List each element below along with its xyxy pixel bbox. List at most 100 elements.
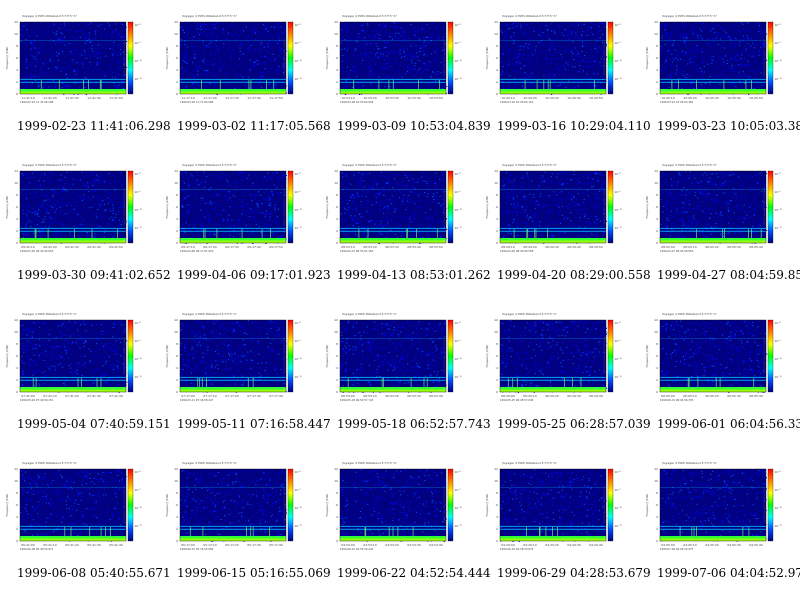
gallery-item[interactable]: Voyager 2 PWS Wideband 5:?????.?? 0 2 4 6 8 1…: [160, 447, 331, 596]
gallery-item[interactable]: Voyager 2 PWS Wideband 5:?????.?? 0 2 4 6 8 1…: [160, 149, 331, 298]
x-tick-label: 08:53:50: [429, 245, 443, 249]
x-tick-label: 06:53:00: [341, 394, 355, 398]
spectrogram-thumbnail[interactable]: Voyager 2 PWS Wideband 5:?????.?? 0 2 4 6 8 1…: [162, 459, 318, 566]
spectrogram-area: [340, 320, 446, 392]
spectrogram-thumbnail[interactable]: Voyager 2 PWS Wideband 5:?????.?? 0 2 4 6 8 1…: [322, 310, 478, 417]
noise-floor-core: [340, 389, 446, 392]
spectrogram-thumbnail[interactable]: Voyager 2 PWS Wideband 5:?????.?? 0 2 4 6 8 1…: [2, 161, 158, 268]
thumbnail-caption: 1999-05-11 07:16:58.447: [177, 417, 331, 431]
y-tick-label: 0: [336, 539, 338, 543]
spectral-band: [660, 528, 766, 530]
plot-title: Voyager 2 PWS Wideband 5:?????.??: [22, 163, 77, 167]
y-tick-label: 10: [654, 181, 658, 185]
spectrogram-thumbnail[interactable]: Voyager 2 PWS Wideband 5:?????.?? 0 2 4 6 8 1…: [642, 161, 798, 268]
x-tick-label: 06:53:10: [363, 394, 377, 398]
y-tick-label: 4: [16, 217, 18, 221]
spectrogram-thumbnail[interactable]: Voyager 2 PWS Wideband 5:?????.?? 0 2 4 6 8 1…: [322, 161, 478, 268]
gallery-item[interactable]: Voyager 2 PWS Wideband 5:?????.?? 0 2 4 6 8 1…: [0, 0, 171, 149]
noise-floor-core: [660, 91, 766, 94]
plot-title: Voyager 2 PWS Wideband 5:?????.??: [502, 461, 557, 465]
spectrogram-thumbnail[interactable]: Voyager 2 PWS Wideband 5:?????.?? 0 2 4 6 8 1…: [162, 12, 318, 119]
gallery-item[interactable]: Voyager 2 PWS Wideband 5:?????.?? 0 2 4 6 8 1…: [640, 298, 800, 447]
gallery-item[interactable]: Voyager 2 PWS Wideband 5:?????.?? 0 2 4 6 8 1…: [480, 298, 651, 447]
y-axis-label: Frequency (kHz): [325, 196, 329, 219]
spectrogram-thumbnail[interactable]: Voyager 2 PWS Wideband 5:?????.?? 0 2 4 6 8 1…: [482, 12, 638, 119]
colorbar-tick-label: 10⁻⁹: [615, 488, 622, 492]
y-tick-label: 8: [496, 491, 498, 495]
gallery-item[interactable]: Voyager 2 PWS Wideband 5:?????.?? 0 2 4 6 8 1…: [160, 0, 331, 149]
plot-title: Voyager 2 PWS Wideband 5:?????.??: [342, 312, 397, 316]
y-tick-label: 8: [336, 342, 338, 346]
spectrogram-thumbnail[interactable]: Voyager 2 PWS Wideband 5:?????.?? 0 2 4 6 8 1…: [2, 310, 158, 417]
spectrogram-thumbnail[interactable]: Voyager 2 PWS Wideband 5:?????.?? 0 2 4 6 8 1…: [322, 459, 478, 566]
colorbar: [447, 319, 454, 393]
spectral-band: [180, 189, 286, 190]
y-tick-label: 10: [334, 32, 338, 36]
spectrogram-thumbnail[interactable]: Voyager 2 PWS Wideband 5:?????.?? 0 2 4 6 8 1…: [482, 161, 638, 268]
y-axis-label: Frequency (kHz): [485, 494, 489, 517]
colorbar-tick-label: 10⁻¹¹: [295, 226, 302, 230]
gallery-item[interactable]: Voyager 2 PWS Wideband 5:?????.?? 0 2 4 6 8 1…: [640, 447, 800, 596]
plot-footer: 1999-02-23 11:41:06.298: [20, 100, 54, 104]
thumbnail-caption: 1999-06-29 04:28:53.679: [497, 566, 651, 580]
x-tick-label: 11:41:10: [21, 96, 35, 100]
spectral-band: [660, 338, 766, 339]
spectral-band: [20, 487, 126, 488]
y-tick-label: 10: [654, 479, 658, 483]
y-tick-label: 10: [494, 32, 498, 36]
x-tick-label: 04:53:30: [407, 543, 421, 547]
x-tick-label: 06:05:20: [705, 394, 719, 398]
spectral-band: [500, 227, 606, 229]
gallery-item[interactable]: Voyager 2 PWS Wideband 5:?????.?? 0 2 4 6 8 1…: [0, 149, 171, 298]
spectrogram-thumbnail[interactable]: Voyager 2 PWS Wideband 5:?????.?? 0 2 4 6 8 1…: [2, 459, 158, 566]
y-tick-label: 12: [494, 318, 498, 322]
gallery-item[interactable]: Voyager 2 PWS Wideband 5:?????.?? 0 2 4 6 8 1…: [320, 447, 491, 596]
gallery-item[interactable]: Voyager 2 PWS Wideband 5:?????.?? 0 2 4 6 8 1…: [480, 447, 651, 596]
y-tick-label: 12: [654, 169, 658, 173]
spectral-band: [340, 230, 446, 232]
gallery-item[interactable]: Voyager 2 PWS Wideband 5:?????.?? 0 2 4 6 8 1…: [0, 447, 171, 596]
y-tick-label: 6: [16, 503, 18, 507]
x-tick-label: 09:17:30: [225, 245, 239, 249]
gallery-item[interactable]: Voyager 2 PWS Wideband 5:?????.?? 0 2 4 6 8 1…: [0, 298, 171, 447]
y-tick-label: 12: [494, 467, 498, 471]
colorbar: [287, 170, 294, 244]
noise-floor-core: [180, 389, 286, 392]
gallery-item[interactable]: Voyager 2 PWS Wideband 5:?????.?? 0 2 4 6 8 1…: [480, 0, 651, 149]
y-tick-label: 12: [14, 20, 18, 24]
spectrogram-thumbnail[interactable]: Voyager 2 PWS Wideband 5:?????.?? 0 2 4 6 8 1…: [642, 459, 798, 566]
y-tick-label: 2: [496, 80, 498, 84]
y-axis-label: Frequency (kHz): [5, 47, 9, 70]
spectrogram-thumbnail[interactable]: Voyager 2 PWS Wideband 5:?????.?? 0 2 4 6 8 1…: [322, 12, 478, 119]
y-tick-label: 12: [334, 318, 338, 322]
colorbar: [287, 319, 294, 393]
gallery-item[interactable]: Voyager 2 PWS Wideband 5:?????.?? 0 2 4 6 8 1…: [160, 298, 331, 447]
x-tick-label: 10:29:50: [589, 96, 603, 100]
spectrogram-thumbnail[interactable]: Voyager 2 PWS Wideband 5:?????.?? 0 2 4 6 8 1…: [642, 12, 798, 119]
colorbar-label: relative power spectral density: [763, 188, 766, 226]
colorbar-tick-label: 10⁻⁹: [455, 41, 462, 45]
colorbar-tick-label: 10⁻¹⁰: [295, 506, 303, 510]
gallery-item[interactable]: Voyager 2 PWS Wideband 5:?????.?? 0 2 4 6 8 1…: [320, 0, 491, 149]
gallery-item[interactable]: Voyager 2 PWS Wideband 5:?????.?? 0 2 4 6 8 1…: [320, 149, 491, 298]
spectrogram-thumbnail[interactable]: Voyager 2 PWS Wideband 5:?????.?? 0 2 4 6 8 1…: [2, 12, 158, 119]
y-tick-label: 2: [176, 80, 178, 84]
y-tick-label: 0: [496, 539, 498, 543]
x-tick-label: 06:29:20: [545, 394, 559, 398]
gallery-item[interactable]: Voyager 2 PWS Wideband 5:?????.?? 0 2 4 6 8 1…: [320, 298, 491, 447]
y-tick-label: 4: [336, 515, 338, 519]
colorbar-tick-label: 10⁻⁸: [135, 23, 142, 27]
colorbar-tick-label: 10⁻¹⁰: [615, 59, 623, 63]
gallery-item[interactable]: Voyager 2 PWS Wideband 5:?????.?? 0 2 4 6 8 1…: [480, 149, 651, 298]
gallery-item[interactable]: Voyager 2 PWS Wideband 5:?????.?? 0 2 4 6 8 1…: [640, 149, 800, 298]
spectrogram-thumbnail[interactable]: Voyager 2 PWS Wideband 5:?????.?? 0 2 4 6 8 1…: [162, 161, 318, 268]
colorbar-tick-label: 10⁻¹⁰: [775, 506, 783, 510]
spectrogram-thumbnail[interactable]: Voyager 2 PWS Wideband 5:?????.?? 0 2 4 6 8 1…: [482, 310, 638, 417]
spectral-band: [340, 78, 446, 80]
spectrogram-thumbnail[interactable]: Voyager 2 PWS Wideband 5:?????.?? 0 2 4 6 8 1…: [642, 310, 798, 417]
spectrogram-thumbnail[interactable]: Voyager 2 PWS Wideband 5:?????.?? 0 2 4 6 8 1…: [162, 310, 318, 417]
gallery-item[interactable]: Voyager 2 PWS Wideband 5:?????.?? 0 2 4 6 8 1…: [640, 0, 800, 149]
y-tick-label: 2: [336, 378, 338, 382]
spectrogram-thumbnail[interactable]: Voyager 2 PWS Wideband 5:?????.?? 0 2 4 6 8 1…: [482, 459, 638, 566]
x-tick-label: 04:05:20: [705, 543, 719, 547]
